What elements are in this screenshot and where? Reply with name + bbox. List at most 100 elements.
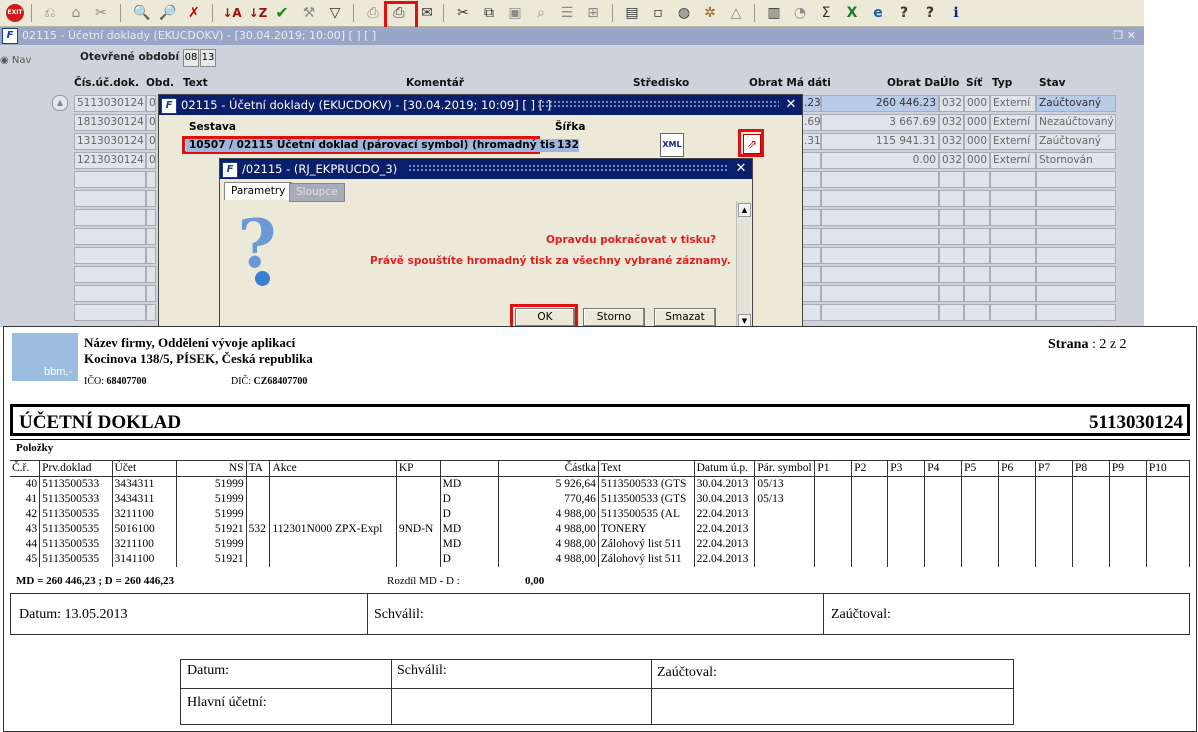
mail-icon[interactable]: ✉ xyxy=(417,3,437,23)
delete-doc-icon[interactable]: ✗ xyxy=(184,3,204,23)
grid-empty-cell[interactable] xyxy=(990,304,1036,321)
grid-empty-cell[interactable] xyxy=(801,190,821,207)
title-drag-handle[interactable] xyxy=(408,164,728,173)
grid-cell-md[interactable]: .69 xyxy=(801,114,821,131)
grid-empty-cell[interactable] xyxy=(1036,190,1116,207)
grid-cell-obd[interactable]: 0 xyxy=(146,133,156,150)
close-icon[interactable]: ✕ xyxy=(733,159,749,179)
grid-cell-stav[interactable]: Stornován xyxy=(1036,152,1116,169)
restore-close-icons[interactable]: ❐ ✕ xyxy=(1113,27,1136,45)
grid-empty-cell[interactable] xyxy=(939,304,964,321)
col-net[interactable]: Síť xyxy=(966,77,982,89)
grid-empty-cell[interactable] xyxy=(801,304,821,321)
grid-cell-dal[interactable]: 0.00 xyxy=(821,152,939,169)
grid-cell-doc[interactable]: 1813030124 xyxy=(74,114,146,131)
grid-empty-cell[interactable] xyxy=(1036,228,1116,245)
grid-empty-cell[interactable] xyxy=(990,285,1036,302)
grid-empty-cell[interactable] xyxy=(74,209,146,226)
grid-cell-doc[interactable]: 1213030124 xyxy=(74,152,146,169)
grid-empty-cell[interactable] xyxy=(801,247,821,264)
grid-empty-cell[interactable] xyxy=(146,304,156,321)
col-text[interactable]: Text xyxy=(183,77,208,89)
grid-cell-md[interactable]: .31 xyxy=(801,133,821,150)
grid-cell-stav[interactable]: Nezaúčtovaný xyxy=(1036,114,1116,131)
delete-button[interactable]: Smazat xyxy=(654,308,716,327)
chart-icon[interactable]: ▥ xyxy=(764,3,784,23)
grid-cell-dal[interactable]: 260 446.23 xyxy=(821,95,939,112)
grid-empty-cell[interactable] xyxy=(1036,266,1116,283)
gear-icon[interactable]: ✲ xyxy=(700,3,720,23)
grid-empty-cell[interactable] xyxy=(821,285,939,302)
grid-empty-cell[interactable] xyxy=(939,228,964,245)
grid-empty-cell[interactable] xyxy=(1036,285,1116,302)
grid-empty-cell[interactable] xyxy=(821,247,939,264)
grid-cell-dal[interactable]: 115 941.31 xyxy=(821,133,939,150)
grid-cell-dal[interactable]: 3 667.69 xyxy=(821,114,939,131)
grid-empty-cell[interactable] xyxy=(990,209,1036,226)
grid-cell-typ[interactable]: Externí xyxy=(990,152,1036,169)
grid-cell-ulo[interactable]: 032 xyxy=(939,133,964,150)
grid-empty-cell[interactable] xyxy=(146,190,156,207)
grid-cell-sit[interactable]: 000 xyxy=(964,95,990,112)
grid-empty-cell[interactable] xyxy=(801,209,821,226)
tab-columns[interactable]: Sloupce xyxy=(289,183,345,202)
grid-empty-cell[interactable] xyxy=(1036,304,1116,321)
period-to[interactable]: 13 xyxy=(200,49,216,67)
grid-empty-cell[interactable] xyxy=(821,190,939,207)
grid-empty-cell[interactable] xyxy=(801,171,821,188)
grid-empty-cell[interactable] xyxy=(146,285,156,302)
grid-cell-sit[interactable]: 000 xyxy=(964,133,990,150)
globe-icon[interactable]: ◍ xyxy=(674,3,694,23)
grid-empty-cell[interactable] xyxy=(821,171,939,188)
grid-cell-stav[interactable]: Zaúčtovaný xyxy=(1036,95,1116,112)
grid-empty-cell[interactable] xyxy=(74,171,146,188)
filter-icon[interactable]: ▽ xyxy=(325,3,345,23)
period-from[interactable]: 08 xyxy=(183,49,199,67)
col-type[interactable]: Typ xyxy=(992,77,1012,89)
grid-empty-cell[interactable] xyxy=(990,247,1036,264)
grid-empty-cell[interactable] xyxy=(1036,247,1116,264)
warning-icon[interactable]: △ xyxy=(726,3,746,23)
grid-empty-cell[interactable] xyxy=(939,190,964,207)
tab-parameters[interactable]: Parametry xyxy=(224,182,293,200)
scroll-up-icon[interactable]: ▲ xyxy=(52,95,68,111)
col-comment[interactable]: Komentář xyxy=(406,77,464,89)
home-icon[interactable]: ⌂ xyxy=(66,3,86,23)
clock-icon[interactable]: ◔ xyxy=(790,3,810,23)
grid-empty-cell[interactable] xyxy=(146,228,156,245)
grid-cell-ulo[interactable]: 032 xyxy=(939,114,964,131)
grid-empty-cell[interactable] xyxy=(821,266,939,283)
grid-empty-cell[interactable] xyxy=(801,266,821,283)
grid-cell-doc[interactable]: 5113030124 xyxy=(74,95,146,112)
grid-cell-stav[interactable]: Zaúčtovaný xyxy=(1036,133,1116,150)
width-field[interactable]: 132 xyxy=(555,139,579,152)
grid-empty-cell[interactable] xyxy=(74,304,146,321)
grid-empty-cell[interactable] xyxy=(146,171,156,188)
grid-cell-doc[interactable]: 1313030124 xyxy=(74,133,146,150)
grid-cell-ulo[interactable]: 032 xyxy=(939,152,964,169)
grid-cell-obd[interactable]: 0 xyxy=(146,95,156,112)
grid-empty-cell[interactable] xyxy=(1036,209,1116,226)
find-icon[interactable]: ⌕ xyxy=(531,3,551,23)
help2-icon[interactable]: ? xyxy=(920,3,940,23)
print-icon[interactable]: ⎙ xyxy=(363,3,383,23)
cut-icon[interactable]: ✂ xyxy=(453,3,473,23)
grid-empty-cell[interactable] xyxy=(964,247,990,264)
grid-empty-cell[interactable] xyxy=(990,266,1036,283)
grid-empty-cell[interactable] xyxy=(74,266,146,283)
grid-empty-cell[interactable] xyxy=(964,285,990,302)
grid-empty-cell[interactable] xyxy=(939,266,964,283)
tree-icon[interactable]: ⊞ xyxy=(583,3,603,23)
grid-empty-cell[interactable] xyxy=(964,304,990,321)
grid-cell-typ[interactable]: Externí xyxy=(990,133,1036,150)
nav-label[interactable]: ◉ Nav xyxy=(0,55,31,66)
grid-empty-cell[interactable] xyxy=(939,171,964,188)
grid-cell-sit[interactable]: 000 xyxy=(964,114,990,131)
grid-empty-cell[interactable] xyxy=(821,304,939,321)
report-set-field[interactable]: 10507 / 02115 Účetní doklad (párovací sy… xyxy=(186,139,570,152)
grid-empty-cell[interactable] xyxy=(801,285,821,302)
grid-empty-cell[interactable] xyxy=(74,190,146,207)
grid-empty-cell[interactable] xyxy=(939,247,964,264)
info-icon[interactable]: i xyxy=(946,3,966,23)
grid-empty-cell[interactable] xyxy=(74,228,146,245)
